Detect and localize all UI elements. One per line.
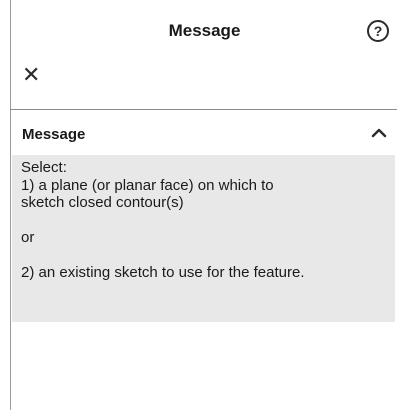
section-title: Message	[22, 126, 86, 143]
message-option-2: 2) an existing sketch to use for the fea…	[21, 264, 305, 281]
message-or: or	[21, 229, 35, 246]
panel-header: Message ?	[10, 0, 399, 64]
message-section-header[interactable]: Message	[10, 116, 399, 152]
property-manager-panel: Message ? ✕ Message Select: 1) a plane (…	[0, 0, 399, 410]
message-option-1: 1) a plane (or planar face) on which to	[21, 176, 274, 194]
help-icon[interactable]: ?	[367, 20, 389, 42]
message-content: Select: 1) a plane (or planar face) on w…	[12, 155, 395, 322]
close-icon[interactable]: ✕	[22, 64, 40, 86]
message-select-label: Select:	[21, 159, 67, 176]
panel-title: Message	[168, 21, 241, 40]
header-divider	[10, 109, 397, 110]
message-option-1-continued: sketch closed contour(s)	[21, 194, 184, 211]
chevron-up-icon[interactable]	[370, 124, 388, 142]
